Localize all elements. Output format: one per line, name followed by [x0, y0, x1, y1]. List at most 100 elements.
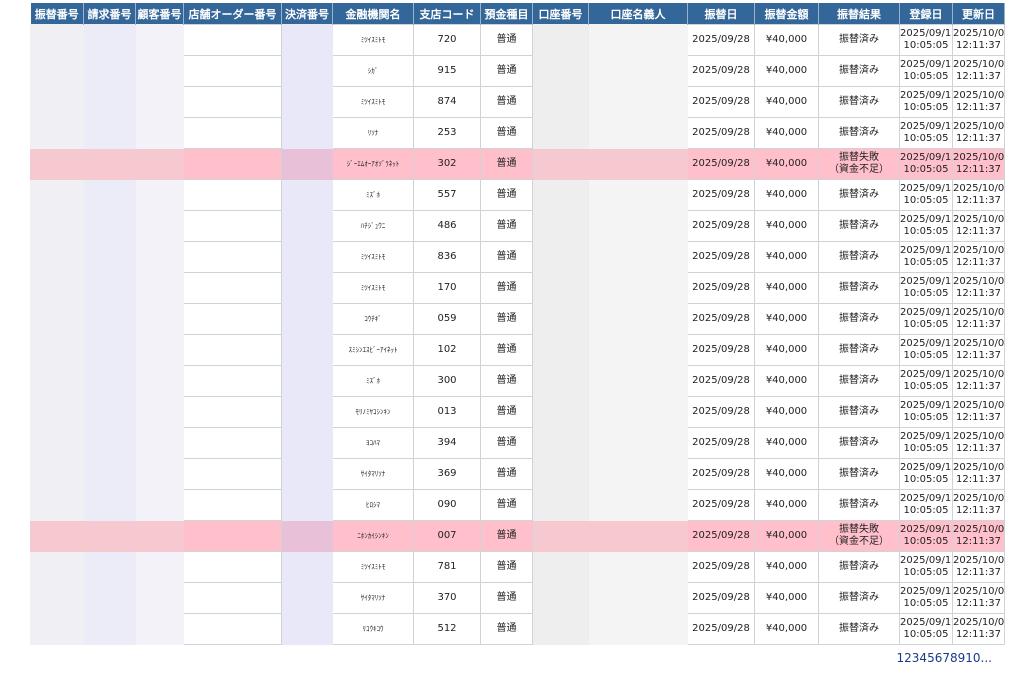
table-row[interactable]: ｼｶﾞ 915 普通 2025/09/28 ¥40,000 振替済み 2025/09/18 1… — [30, 55, 1005, 87]
table-row[interactable]: ﾐｽﾞﾎ 300 普通 2025/09/28 ¥40,000 振替済み 2025/09/18… — [30, 365, 1005, 397]
table-row[interactable]: ﾐﾂｲｽﾐﾄﾓ 874 普通 2025/09/28 ¥40,000 振替済み 2025/09… — [30, 86, 1005, 118]
cell-invoice-no — [83, 24, 136, 56]
cell-invoice-no — [83, 148, 136, 180]
cell-updated-date: 2025/10/0212:11:37 — [952, 117, 1005, 149]
col-header-payment-no[interactable]: 決済番号 — [281, 3, 333, 25]
cell-customer-no — [135, 427, 184, 459]
col-header-transfer-result[interactable]: 振替結果 — [818, 3, 900, 25]
cell-account-holder — [588, 86, 688, 118]
cell-account-holder — [588, 303, 688, 335]
col-header-bank-name[interactable]: 金融機関名 — [332, 3, 414, 25]
col-header-deposit-type[interactable]: 預金種目 — [480, 3, 533, 25]
page-link-more[interactable]: ... — [981, 651, 992, 665]
col-header-transfer-no[interactable]: 振替番号 — [30, 3, 84, 25]
cell-registered-date: 2025/09/18 10:05:05 — [899, 179, 953, 211]
table-row[interactable]: ﾊﾁｼﾞｭｳﾆ 486 普通 2025/09/28 ¥40,000 振替済み 2025/09… — [30, 210, 1005, 242]
cell-branch-code: 059 — [413, 303, 481, 335]
col-header-store-order-no[interactable]: 店舗オーダー番号 — [183, 3, 282, 25]
col-header-transfer-date[interactable]: 振替日 — [687, 3, 755, 25]
cell-transfer-amount: ¥40,000 — [754, 613, 819, 645]
cell-branch-code: 915 — [413, 55, 481, 87]
cell-bank-name: ﾓﾘﾉﾐﾔｺｼﾝｷﾝ — [332, 396, 414, 428]
page-link-2[interactable]: 2 — [904, 651, 912, 665]
table-row[interactable]: ﾐｽﾞﾎ 557 普通 2025/09/28 ¥40,000 振替済み 2025/09/18… — [30, 179, 1005, 211]
col-header-registered-date[interactable]: 登録日 — [899, 3, 953, 25]
cell-store-order-no — [183, 582, 282, 614]
page-link-5[interactable]: 5 — [927, 651, 935, 665]
cell-store-order-no — [183, 489, 282, 521]
table-row[interactable]: ﾋﾛｼﾏ 090 普通 2025/09/28 ¥40,000 振替済み 2025/09/18… — [30, 489, 1005, 521]
cell-updated-date: 2025/10/0212:11:37 — [952, 148, 1005, 180]
cell-updated-date: 2025/10/0212:11:37 — [952, 582, 1005, 614]
table-row[interactable]: ｽﾐｼﾝｴｽﾋﾞｰｱｲﾈｯﾄ 102 普通 2025/09/28 ¥40,000 振替済み… — [30, 334, 1005, 366]
cell-transfer-date: 2025/09/28 — [687, 210, 755, 242]
cell-transfer-date: 2025/09/28 — [687, 396, 755, 428]
page-link-1[interactable]: 1 — [897, 651, 905, 665]
cell-registered-date: 2025/09/18 10:05:05 — [899, 303, 953, 335]
cell-customer-no — [135, 551, 184, 583]
col-header-transfer-amount[interactable]: 振替金額 — [754, 3, 819, 25]
col-header-account-no[interactable]: 口座番号 — [532, 3, 589, 25]
col-header-customer-no[interactable]: 顧客番号 — [135, 3, 184, 25]
cell-store-order-no — [183, 148, 282, 180]
cell-customer-no — [135, 365, 184, 397]
table-row[interactable]: ﾘｿﾅ 253 普通 2025/09/28 ¥40,000 振替済み 2025/09/18 1… — [30, 117, 1005, 149]
cell-payment-no — [281, 365, 333, 397]
cell-account-no — [532, 241, 589, 273]
cell-transfer-result: 振替済み — [818, 24, 900, 56]
cell-transfer-date: 2025/09/28 — [687, 551, 755, 583]
cell-store-order-no — [183, 458, 282, 490]
table-row[interactable]: ﾐﾂｲｽﾐﾄﾓ 781 普通 2025/09/28 ¥40,000 振替済み 2025/09… — [30, 551, 1005, 583]
cell-invoice-no — [83, 210, 136, 242]
col-header-account-holder[interactable]: 口座名義人 — [588, 3, 688, 25]
table-row[interactable]: ﾘｺｳｷｺｳ 512 普通 2025/09/28 ¥40,000 振替済み 2025/09/… — [30, 613, 1005, 645]
table-row[interactable]: ﾐﾂｲｽﾐﾄﾓ 720 普通 2025/09/28 ¥40,000 振替済み 2025/09… — [30, 24, 1005, 56]
cell-transfer-result: 振替失敗 （資金不足） — [818, 148, 900, 180]
cell-branch-code: 170 — [413, 272, 481, 304]
cell-updated-date: 2025/10/0212:11:37 — [952, 241, 1005, 273]
cell-bank-name: ｼﾞｰｴﾑｵｰｱｵｿﾞﾗﾈｯﾄ — [332, 148, 414, 180]
table-row[interactable]: ﾆﾎﾝｶｲｼﾝｷﾝ 007 普通 2025/09/28 ¥40,000 振替失敗 （資金不足… — [30, 520, 1005, 552]
table-row[interactable]: ｻｲﾀﾏﾘｿﾅ 369 普通 2025/09/28 ¥40,000 振替済み 2025/09… — [30, 458, 1005, 490]
table-row[interactable]: ﾓﾘﾉﾐﾔｺｼﾝｷﾝ 013 普通 2025/09/28 ¥40,000 振替済み 2025… — [30, 396, 1005, 428]
cell-account-no — [532, 396, 589, 428]
cell-account-no — [532, 148, 589, 180]
table-row[interactable]: ｼﾞｰｴﾑｵｰｱｵｿﾞﾗﾈｯﾄ 302 普通 2025/09/28 ¥40,000 振替失… — [30, 148, 1005, 180]
cell-bank-name: ﾆﾎﾝｶｲｼﾝｷﾝ — [332, 520, 414, 552]
cell-branch-code: 102 — [413, 334, 481, 366]
cell-transfer-no — [30, 241, 84, 273]
cell-transfer-no — [30, 148, 84, 180]
cell-bank-name: ﾐﾂｲｽﾐﾄﾓ — [332, 86, 414, 118]
cell-transfer-no — [30, 520, 84, 552]
table-row[interactable]: ﾐﾂｲｽﾐﾄﾓ 836 普通 2025/09/28 ¥40,000 振替済み 2025/09… — [30, 241, 1005, 273]
page-link-4[interactable]: 4 — [919, 651, 927, 665]
col-header-branch-code[interactable]: 支店コード — [413, 3, 481, 25]
cell-updated-date: 2025/10/0212:11:37 — [952, 210, 1005, 242]
cell-transfer-no — [30, 489, 84, 521]
cell-branch-code: 013 — [413, 396, 481, 428]
cell-transfer-date: 2025/09/28 — [687, 334, 755, 366]
cell-registered-date: 2025/09/18 10:05:05 — [899, 148, 953, 180]
table-row[interactable]: ﾐﾂｲｽﾐﾄﾓ 170 普通 2025/09/28 ¥40,000 振替済み 2025/09… — [30, 272, 1005, 304]
cell-customer-no — [135, 396, 184, 428]
cell-transfer-amount: ¥40,000 — [754, 179, 819, 211]
page-link-7[interactable]: 7 — [942, 651, 950, 665]
page-link-8[interactable]: 8 — [950, 651, 958, 665]
cell-account-holder — [588, 427, 688, 459]
cell-transfer-result: 振替済み — [818, 272, 900, 304]
cell-payment-no — [281, 148, 333, 180]
cell-transfer-date: 2025/09/28 — [687, 241, 755, 273]
cell-registered-date: 2025/09/18 10:05:05 — [899, 241, 953, 273]
col-header-invoice-no[interactable]: 請求番号 — [83, 3, 136, 25]
cell-store-order-no — [183, 86, 282, 118]
cell-transfer-no — [30, 55, 84, 87]
cell-account-no — [532, 489, 589, 521]
cell-transfer-result: 振替済み — [818, 117, 900, 149]
col-header-updated-date[interactable]: 更新日 — [952, 3, 1005, 25]
table-row[interactable]: ﾖｺﾊﾏ 394 普通 2025/09/28 ¥40,000 振替済み 2025/09/18… — [30, 427, 1005, 459]
cell-transfer-amount: ¥40,000 — [754, 272, 819, 304]
cell-store-order-no — [183, 272, 282, 304]
page-link-10[interactable]: 10 — [965, 651, 980, 665]
table-row[interactable]: ｻｲﾀﾏﾘｿﾅ 370 普通 2025/09/28 ¥40,000 振替済み 2025/09… — [30, 582, 1005, 614]
table-row[interactable]: ｺｳﾁｷﾞ 059 普通 2025/09/28 ¥40,000 振替済み 2025/09/1… — [30, 303, 1005, 335]
